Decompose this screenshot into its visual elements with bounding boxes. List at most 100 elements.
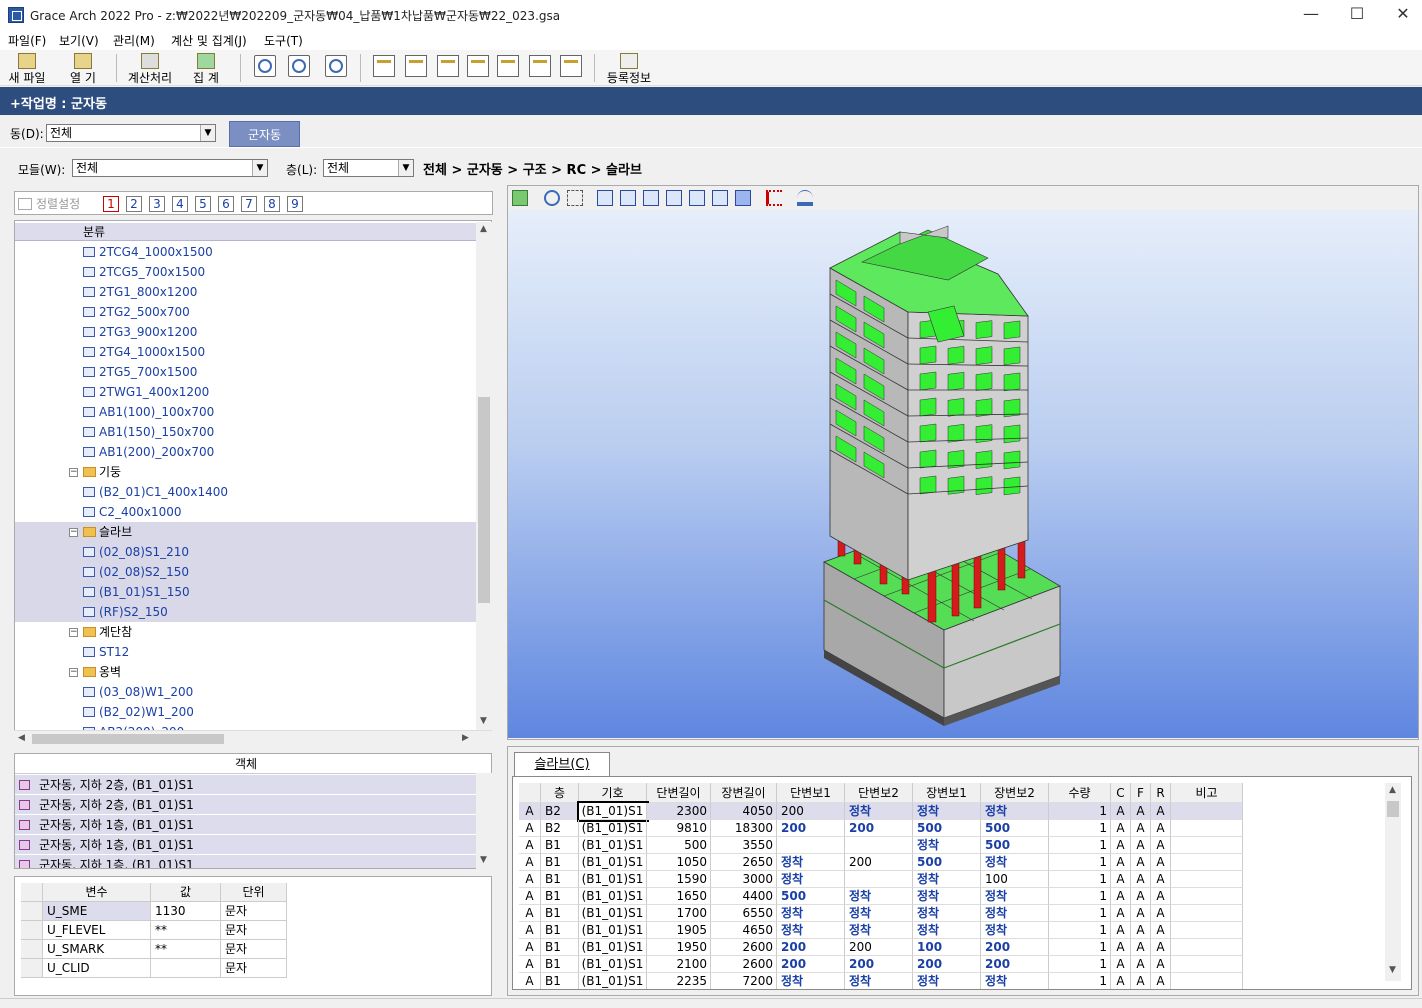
rotate-icon[interactable] [544, 190, 560, 206]
tree-item[interactable]: C2_400x1000 [15, 502, 477, 522]
grid-cell[interactable]: B2 [541, 803, 579, 820]
grid-cell[interactable]: A [1131, 973, 1151, 989]
grid-cell[interactable]: 1 [1049, 956, 1111, 973]
grid-cell[interactable]: A [1111, 939, 1131, 956]
grid-cell[interactable]: B1 [541, 973, 579, 989]
scroll-down-icon[interactable]: ▼ [480, 716, 487, 726]
grid-cell[interactable]: (B1_01)S1 [579, 820, 647, 837]
grid-cell[interactable]: A [1151, 871, 1171, 888]
grid-cell[interactable]: 1 [1049, 803, 1111, 820]
grid-cell[interactable]: A [519, 956, 541, 973]
grid-cell[interactable]: 6550 [711, 905, 777, 922]
scroll-left-icon[interactable]: ◀ [18, 733, 25, 743]
find-icon[interactable] [325, 55, 347, 77]
grid-cell[interactable] [1171, 803, 1243, 820]
grid-cell[interactable]: A [519, 871, 541, 888]
tree-item[interactable]: (B2_01)C1_400x1400 [15, 482, 477, 502]
grid-cell[interactable]: 1050 [647, 854, 711, 871]
grid-cell[interactable]: 정착 [913, 973, 981, 989]
grid-cell[interactable]: 200 [777, 939, 845, 956]
grid-cell[interactable] [1171, 905, 1243, 922]
aggregate-button[interactable]: 집 계 [184, 50, 228, 86]
grid-cell[interactable]: 1905 [647, 922, 711, 939]
sort-level-7-button[interactable]: 7 [241, 196, 257, 212]
grid-cell[interactable]: 2235 [647, 973, 711, 989]
grid-cell[interactable]: 200 [981, 939, 1049, 956]
back-view-icon[interactable] [643, 190, 659, 206]
variable-value[interactable]: ** [151, 921, 221, 940]
grid-cell[interactable]: 정착 [913, 905, 981, 922]
variable-value[interactable] [151, 959, 221, 978]
grid-cell[interactable]: (B1_01)S1 [579, 956, 647, 973]
zoom-icon[interactable] [254, 55, 276, 77]
grid-cell[interactable] [1171, 888, 1243, 905]
grid-cell[interactable]: A [1111, 922, 1131, 939]
grid-cell[interactable]: 정착 [981, 905, 1049, 922]
grid-cell[interactable]: 정착 [913, 871, 981, 888]
grid-cell[interactable]: 정착 [845, 922, 913, 939]
grid-cell[interactable]: 1 [1049, 939, 1111, 956]
register-info-button[interactable]: 등록정보 [603, 50, 655, 86]
wall-icon[interactable] [467, 55, 489, 77]
left-view-icon[interactable] [666, 190, 682, 206]
object-row[interactable]: 군자동, 지하 2층, (B1_01)S1 [15, 775, 477, 795]
grid-cell[interactable]: A [1111, 871, 1131, 888]
grid-cell[interactable]: (B1_01)S1 [579, 888, 647, 905]
column-icon[interactable] [405, 55, 427, 77]
grid-cell[interactable]: 1 [1049, 973, 1111, 989]
grid-cell[interactable]: 1 [1049, 922, 1111, 939]
grid-cell[interactable]: A [1151, 854, 1171, 871]
grid-cell[interactable]: A [519, 922, 541, 939]
grid-cell[interactable]: (B1_01)S1 [579, 871, 647, 888]
tree-item[interactable]: AB1(150)_150x700 [15, 422, 477, 442]
grid-cell[interactable]: 1 [1049, 888, 1111, 905]
sort-level-8-button[interactable]: 8 [264, 196, 280, 212]
sort-settings-button[interactable]: 정렬설정 [18, 195, 80, 212]
grid-cell[interactable]: 정착 [913, 837, 981, 854]
grid-cell[interactable]: (B1_01)S1 [579, 854, 647, 871]
search-icon[interactable] [288, 55, 310, 77]
grid-cell[interactable]: A [1111, 905, 1131, 922]
variable-unit[interactable]: 문자 [221, 902, 287, 921]
list-icon[interactable] [766, 190, 782, 206]
grid-cell[interactable]: B2 [541, 820, 579, 837]
grid-cell[interactable]: A [1151, 820, 1171, 837]
grid-cell[interactable]: 200 [845, 854, 913, 871]
floor-select[interactable]: 전체 ▼ [323, 159, 414, 177]
grid-cell[interactable]: 200 [913, 956, 981, 973]
grid-cell[interactable]: 2600 [711, 939, 777, 956]
cube-view-icon[interactable] [597, 190, 613, 206]
grid-cell[interactable]: 500 [913, 854, 981, 871]
grid-cell[interactable]: 1650 [647, 888, 711, 905]
grid-cell[interactable]: 500 [981, 820, 1049, 837]
grid-cell[interactable]: 3550 [711, 837, 777, 854]
variable-value[interactable]: 1130 [151, 902, 221, 921]
top-view-icon[interactable] [712, 190, 728, 206]
grid-cell[interactable]: (B1_01)S1 [579, 922, 647, 939]
3d-model-canvas[interactable] [508, 210, 1418, 738]
grid-cell[interactable]: A [1151, 905, 1171, 922]
minimize-button[interactable]: — [1288, 0, 1334, 30]
scroll-right-icon[interactable]: ▶ [462, 733, 469, 743]
grid-cell[interactable]: 200 [845, 820, 913, 837]
grid-cell[interactable]: 정착 [913, 922, 981, 939]
tree-item[interactable]: (03_08)W1_200 [15, 682, 477, 702]
grid-cell[interactable]: A [1131, 922, 1151, 939]
grid-cell[interactable] [845, 837, 913, 854]
tree-item[interactable]: (RF)S2_150 [15, 602, 477, 622]
tree-item[interactable]: 2TG4_1000x1500 [15, 342, 477, 362]
tree-folder[interactable]: − 옹벽 [15, 662, 477, 682]
object-row[interactable]: 군자동, 지하 1층, (B1_01)S1 [15, 835, 477, 855]
grid-cell[interactable]: A [1131, 888, 1151, 905]
right-view-icon[interactable] [689, 190, 705, 206]
grid-cell[interactable]: 500 [647, 837, 711, 854]
tree-item[interactable]: (02_08)S1_210 [15, 542, 477, 562]
scroll-up-icon[interactable]: ▲ [480, 224, 487, 234]
open-button[interactable]: 열 기 [62, 50, 104, 86]
grid-cell[interactable]: A [1151, 939, 1171, 956]
menu-tools[interactable]: 도구(T) [264, 32, 303, 49]
grid-cell[interactable]: A [1151, 922, 1171, 939]
sort-level-6-button[interactable]: 6 [218, 196, 234, 212]
grid-cell[interactable]: 200 [845, 939, 913, 956]
slab-icon[interactable] [437, 55, 459, 77]
